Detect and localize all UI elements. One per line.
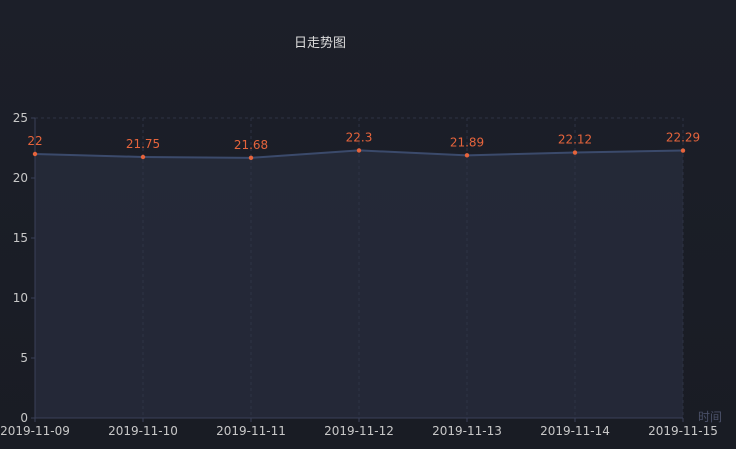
x-tick-label: 2019-11-09 (0, 424, 70, 438)
y-tick-label: 20 (13, 171, 28, 185)
data-point (464, 153, 470, 158)
y-tick-label: 15 (13, 231, 28, 245)
data-point (680, 148, 686, 153)
x-tick-label: 2019-11-11 (216, 424, 286, 438)
data-label: 21.75 (126, 137, 160, 151)
chart-container: 日走势图 0 5 10 15 20 25 2019-11-09 2019-11-10 2019-… (0, 0, 736, 449)
data-label: 21.68 (234, 138, 268, 152)
data-point (356, 148, 362, 153)
x-axis-name: 时间 (698, 410, 722, 424)
y-tick-label: 25 (13, 111, 28, 125)
x-tick-label: 2019-11-13 (432, 424, 502, 438)
data-label: 22.29 (666, 131, 700, 145)
x-tick-label: 2019-11-12 (324, 424, 394, 438)
x-tick-label: 2019-11-14 (540, 424, 610, 438)
x-tick-label: 2019-11-15 (648, 424, 718, 438)
data-point (140, 154, 146, 160)
data-point (248, 155, 254, 161)
data-label: 22.3 (346, 130, 373, 144)
data-point (572, 150, 578, 155)
data-label: 22 (27, 134, 42, 148)
y-tick-label: 10 (13, 291, 28, 305)
data-label: 21.89 (450, 135, 484, 149)
line-area-chart: 0 5 10 15 20 25 2019-11-09 2019-11-10 2019-11-11… (0, 111, 722, 438)
x-tick-label: 2019-11-10 (108, 424, 178, 438)
data-point (32, 151, 38, 157)
y-tick-label: 5 (20, 351, 28, 365)
y-tick-label: 0 (20, 411, 28, 425)
data-label: 22.12 (558, 133, 592, 147)
